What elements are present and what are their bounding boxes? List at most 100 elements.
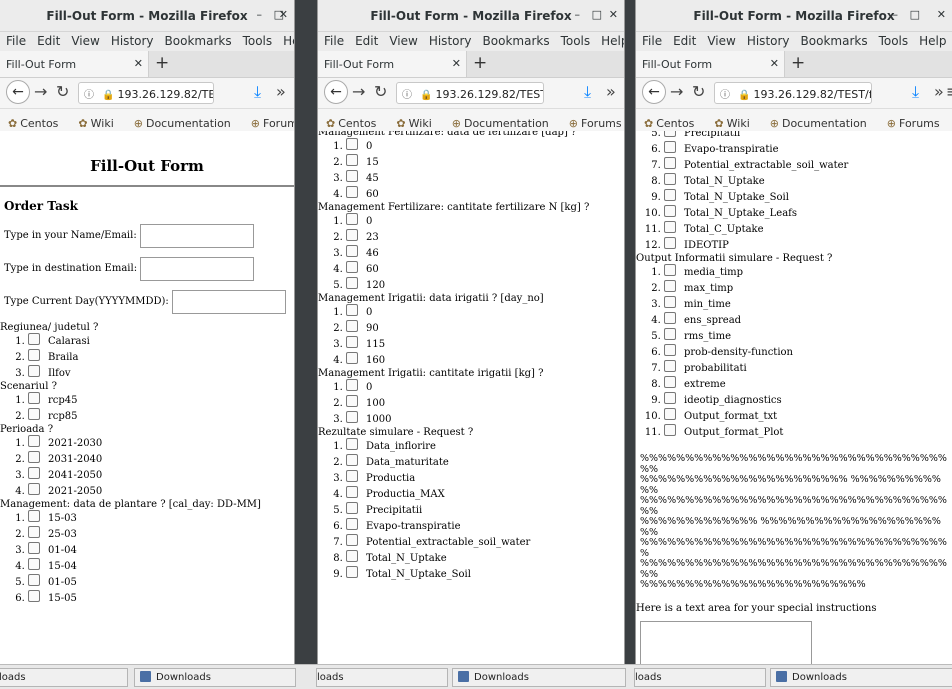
download-icon[interactable]: ⤓	[584, 82, 591, 102]
hamburger-menu-icon[interactable]: ≡	[946, 82, 952, 101]
checkbox[interactable]	[346, 213, 358, 225]
forward-icon[interactable]: →	[670, 82, 683, 101]
menu-tools[interactable]: Tools	[561, 32, 591, 48]
menu-bookmarks[interactable]: Bookmarks	[165, 32, 232, 48]
tab-fill-out-form[interactable]: Fill-Out Form ✕	[318, 51, 467, 77]
checkbox[interactable]	[28, 590, 40, 602]
menu-edit[interactable]: Edit	[37, 32, 60, 48]
reload-icon[interactable]: ↻	[374, 82, 387, 101]
taskbar-downloads-3[interactable]: Downloads	[770, 668, 952, 687]
forward-icon[interactable]: →	[34, 82, 47, 101]
checkbox[interactable]	[346, 534, 358, 546]
menu-history[interactable]: History	[429, 32, 472, 48]
checkbox[interactable]	[664, 189, 676, 201]
new-tab-icon[interactable]: +	[791, 53, 805, 73]
reload-icon[interactable]: ↻	[692, 82, 705, 101]
checkbox[interactable]	[346, 411, 358, 423]
checkbox[interactable]	[346, 470, 358, 482]
download-icon[interactable]: ⤓	[254, 82, 261, 102]
checkbox[interactable]	[664, 221, 676, 233]
checkbox[interactable]	[664, 376, 676, 388]
minimize-icon[interactable]: –	[257, 8, 263, 21]
checkbox[interactable]	[346, 304, 358, 316]
checkbox[interactable]	[28, 574, 40, 586]
checkbox[interactable]	[346, 229, 358, 241]
checkbox[interactable]	[346, 352, 358, 364]
maximize-icon[interactable]: □	[910, 8, 920, 21]
checkbox[interactable]	[346, 261, 358, 273]
special-instructions-textarea[interactable]	[640, 620, 812, 664]
checkbox[interactable]	[346, 245, 358, 257]
checkbox[interactable]	[346, 154, 358, 166]
forward-icon[interactable]: →	[352, 82, 365, 101]
checkbox[interactable]	[664, 328, 676, 340]
checkbox[interactable]	[664, 296, 676, 308]
bookmark-centos[interactable]: ✿ Centos	[326, 109, 386, 130]
checkbox[interactable]	[346, 379, 358, 391]
checkbox[interactable]	[664, 392, 676, 404]
bookmark-forums[interactable]: ⊕Forums	[887, 109, 950, 130]
bookmark-centos[interactable]: ✿ Centos	[8, 109, 68, 130]
tab-close-icon[interactable]: ✕	[452, 57, 461, 70]
checkbox[interactable]	[28, 467, 40, 479]
menu-edit[interactable]: Edit	[355, 32, 378, 48]
checkbox[interactable]	[664, 280, 676, 292]
checkbox[interactable]	[664, 424, 676, 436]
checkbox[interactable]	[346, 438, 358, 450]
checkbox[interactable]	[664, 173, 676, 185]
checkbox[interactable]	[346, 566, 358, 578]
checkbox[interactable]	[664, 141, 676, 153]
back-icon[interactable]: ←	[6, 80, 30, 104]
back-icon[interactable]: ←	[642, 80, 666, 104]
menu-view[interactable]: View	[71, 32, 99, 48]
destination-email-input[interactable]	[140, 256, 255, 281]
tab-fill-out-form[interactable]: Fill-Out Form ✕	[636, 51, 785, 77]
checkbox[interactable]	[664, 344, 676, 356]
close-icon[interactable]: ✕	[609, 8, 618, 21]
checkbox[interactable]	[664, 157, 676, 169]
bookmark-wiki[interactable]: ✿ Wiki	[714, 109, 759, 130]
menu-view[interactable]: View	[389, 32, 417, 48]
checkbox[interactable]	[346, 395, 358, 407]
current-day-input[interactable]	[171, 289, 286, 314]
minimize-icon[interactable]: –	[575, 8, 581, 21]
menu-file[interactable]: File	[6, 32, 26, 48]
close-icon[interactable]: ✕	[937, 8, 946, 21]
checkbox[interactable]	[28, 483, 40, 495]
tab-close-icon[interactable]: ✕	[770, 57, 779, 70]
menu-history[interactable]: History	[747, 32, 790, 48]
checkbox[interactable]	[346, 518, 358, 530]
taskbar-downloads-partial-3[interactable]: loads	[634, 668, 766, 687]
checkbox[interactable]	[664, 264, 676, 276]
checkbox[interactable]	[346, 170, 358, 182]
menu-file[interactable]: File	[324, 32, 344, 48]
bookmark-wiki[interactable]: ✿ Wiki	[396, 109, 441, 130]
bookmark-centos[interactable]: ✿ Centos	[644, 109, 704, 130]
checkbox[interactable]	[28, 542, 40, 554]
bookmark-documentation[interactable]: ⊕ Documentation	[134, 109, 241, 130]
taskbar-downloads-partial-1[interactable]: loads	[0, 668, 128, 687]
bookmark-wiki[interactable]: ✿ Wiki	[78, 109, 123, 130]
checkbox[interactable]	[28, 510, 40, 522]
url-bar[interactable]: ⓘ🔒193.26.129.82/TEST/for •••	[396, 82, 544, 104]
menu-help[interactable]: Help	[919, 32, 946, 48]
checkbox[interactable]	[664, 360, 676, 372]
taskbar-downloads-partial-2[interactable]: loads	[316, 668, 448, 687]
info-icon[interactable]: ⓘ	[720, 86, 730, 101]
checkbox[interactable]	[28, 451, 40, 463]
url-bar[interactable]: ⓘ🔒193.26.129.82/TEST/for •••	[78, 82, 214, 104]
checkbox[interactable]	[346, 336, 358, 348]
back-icon[interactable]: ←	[324, 80, 348, 104]
checkbox[interactable]	[28, 558, 40, 570]
checkbox[interactable]	[28, 408, 40, 420]
bookmark-forums[interactable]: ⊕Forums	[569, 109, 624, 130]
close-icon[interactable]: ✕	[279, 8, 288, 21]
menu-help[interactable]: Help	[283, 32, 294, 48]
checkbox[interactable]	[28, 333, 40, 345]
menu-view[interactable]: View	[707, 32, 735, 48]
checkbox[interactable]	[346, 277, 358, 289]
checkbox[interactable]	[664, 408, 676, 420]
menu-help[interactable]: Help	[601, 32, 624, 48]
tab-close-icon[interactable]: ✕	[134, 57, 143, 70]
maximize-icon[interactable]: □	[592, 8, 602, 21]
